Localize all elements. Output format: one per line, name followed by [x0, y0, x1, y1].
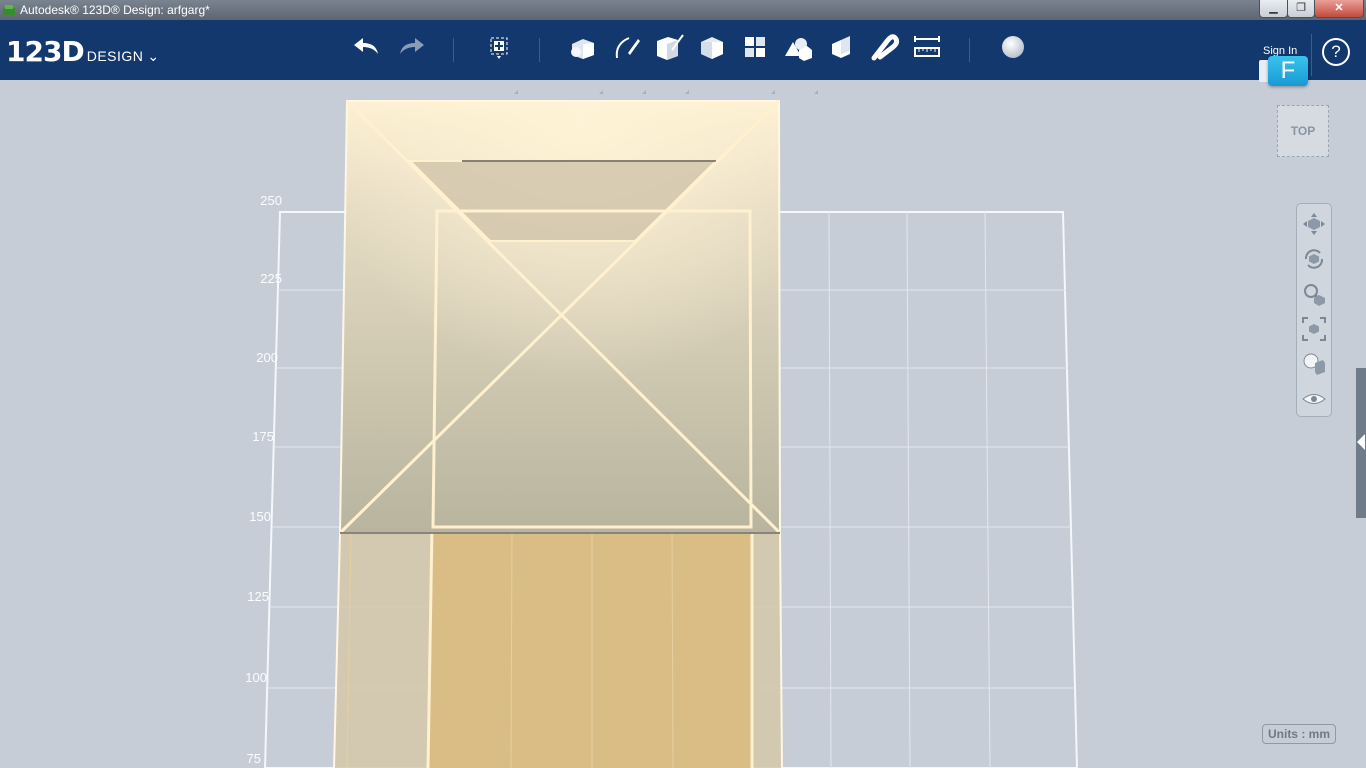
visual-style-button[interactable]	[1301, 351, 1327, 377]
pattern-button[interactable]	[738, 30, 772, 64]
visual-style-icon	[1303, 353, 1325, 375]
grid-label: 200	[256, 350, 278, 365]
material-button[interactable]	[996, 30, 1030, 64]
pan-button[interactable]	[1301, 211, 1327, 237]
help-button[interactable]: ?	[1322, 38, 1350, 66]
modify-button[interactable]	[695, 30, 729, 64]
window-title-bar: Autodesk® 123D® Design: arfgarg* ▁ ❐ ✕	[0, 0, 1366, 20]
navigation-bar	[1296, 203, 1332, 417]
fit-icon	[1302, 317, 1326, 341]
main-toolbar: 123D DESIGN ⌄ Sign In F ?	[0, 20, 1366, 94]
measure-button[interactable]	[910, 30, 944, 64]
fit-button[interactable]	[1301, 316, 1327, 342]
redo-button[interactable]	[394, 30, 428, 64]
snap-button[interactable]	[867, 30, 901, 64]
toolbar-separator	[539, 38, 540, 62]
toolbar-separator	[1311, 34, 1312, 76]
grouping-button[interactable]	[781, 30, 815, 64]
minimize-button[interactable]: ▁	[1259, 0, 1288, 18]
chevron-down-icon: ⌄	[147, 48, 160, 64]
measure-icon	[914, 36, 940, 57]
brand-product: DESIGN	[86, 48, 144, 64]
units-button[interactable]: Units : mm	[1262, 724, 1336, 744]
combine-icon	[832, 36, 850, 58]
grid-label: 150	[249, 509, 271, 524]
zoom-button[interactable]	[1301, 281, 1327, 307]
snap-icon	[871, 34, 900, 61]
sketch-button[interactable]	[609, 30, 643, 64]
grid-label: 100	[245, 670, 267, 685]
visibility-icon	[1302, 394, 1326, 404]
app-icon	[3, 5, 15, 15]
pattern-icon	[745, 37, 765, 57]
view-cube-label: TOP	[1290, 124, 1316, 138]
view-cube[interactable]: TOP	[1277, 105, 1329, 157]
combine-button[interactable]	[824, 30, 858, 64]
grid-label: 175	[252, 429, 274, 444]
visibility-button[interactable]	[1301, 386, 1327, 412]
undo-icon	[354, 38, 378, 54]
construct-icon	[657, 34, 684, 60]
primitives-button[interactable]	[566, 30, 600, 64]
construct-button[interactable]	[652, 30, 686, 64]
frustum-top	[338, 99, 782, 535]
transform-button[interactable]	[482, 30, 516, 64]
material-icon	[1002, 36, 1024, 58]
modify-icon	[701, 37, 723, 59]
sketch-icon	[615, 37, 640, 59]
toolbar-separator	[453, 38, 454, 62]
grouping-icon	[785, 38, 812, 61]
transform-icon	[490, 37, 508, 59]
close-button[interactable]: ✕	[1314, 0, 1364, 18]
solid-body	[333, 526, 783, 768]
maximize-button[interactable]: ❐	[1287, 0, 1315, 18]
scene-drawing	[263, 99, 1079, 768]
canvas-viewport[interactable]: 250 225 200 175 150 125 100 75	[0, 80, 1366, 768]
orbit-button[interactable]	[1301, 246, 1327, 272]
grid-label: 250	[260, 193, 282, 208]
pan-icon	[1303, 213, 1325, 235]
redo-icon	[400, 38, 424, 54]
grid-label: 125	[247, 589, 269, 604]
window-title: Autodesk® 123D® Design: arfgarg*	[20, 3, 210, 17]
toolbar-separator	[969, 38, 970, 62]
panel-expand-icon[interactable]	[1357, 434, 1365, 450]
primitives-icon	[571, 39, 594, 59]
app-menu-button[interactable]: 123D DESIGN ⌄	[6, 35, 159, 68]
grid-label: 75	[246, 751, 261, 766]
zoom-icon	[1304, 284, 1325, 306]
brand-logo: 123D	[6, 35, 85, 68]
undo-button[interactable]	[350, 30, 384, 64]
orbit-icon	[1304, 249, 1324, 269]
grid-label: 225	[260, 271, 282, 286]
